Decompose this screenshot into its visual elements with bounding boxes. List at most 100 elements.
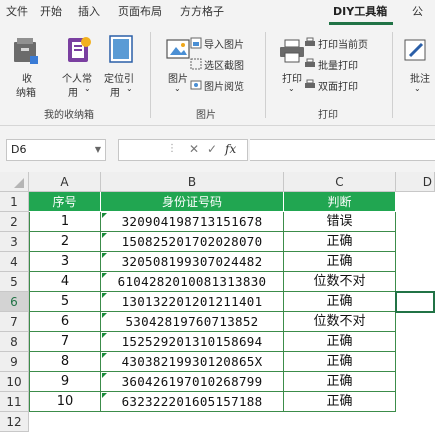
seq-cell[interactable]: 1 <box>29 212 101 232</box>
formula-buttons: ⋮ ✕ ✓ fx <box>118 139 248 161</box>
chevron-down-icon[interactable]: ⌄ <box>288 84 295 93</box>
menu-file[interactable]: 文件 <box>6 3 28 21</box>
seq-cell[interactable]: 8 <box>29 352 101 372</box>
row-header[interactable]: 10 <box>0 372 29 392</box>
judge-cell[interactable]: 正确 <box>284 252 396 272</box>
personal-common-icon[interactable] <box>64 34 94 67</box>
id-number-cell[interactable]: 43038219930120865X <box>101 352 284 372</box>
column-header-b[interactable]: B <box>101 172 284 192</box>
collect-box-label1: 收 <box>22 74 32 85</box>
seq-cell[interactable]: 10 <box>29 392 101 412</box>
menu-home[interactable]: 开始 <box>40 3 62 21</box>
collect-box-label2: 纳箱 <box>16 88 36 99</box>
row-header[interactable]: 2 <box>0 212 29 232</box>
menu-insert[interactable]: 插入 <box>78 3 100 21</box>
seq-cell[interactable]: 5 <box>29 292 101 312</box>
menu-more[interactable]: 公 <box>412 3 423 21</box>
id-number-cell[interactable]: 320904198713151678 <box>101 212 284 232</box>
custom-locate-label2: 用 <box>110 88 120 99</box>
printer-icon[interactable] <box>278 38 306 67</box>
row-header[interactable]: 5 <box>0 272 29 292</box>
name-box[interactable]: D6 ▼ <box>6 139 106 161</box>
annotate-label: 批注 <box>410 74 430 85</box>
text-number-warning-icon <box>102 273 107 278</box>
row-header[interactable]: 12 <box>0 412 29 432</box>
row-header[interactable]: 9 <box>0 352 29 372</box>
row-header[interactable]: 11 <box>0 392 29 412</box>
fx-icon[interactable]: fx <box>225 142 236 156</box>
custom-locate-icon[interactable] <box>106 34 136 67</box>
id-number-cell[interactable]: 632322201605157188 <box>101 392 284 412</box>
id-number-cell[interactable]: 53042819760713852 <box>101 312 284 332</box>
header-cell[interactable]: 序号 <box>29 192 101 212</box>
judge-cell[interactable]: 正确 <box>284 372 396 392</box>
ribbon-divider <box>392 32 393 118</box>
import-image-button[interactable]: 导入图片 <box>204 36 244 51</box>
batch-print-icon <box>304 58 318 70</box>
confirm-icon[interactable]: ✓ <box>207 142 217 156</box>
chevron-down-icon[interactable]: ⌄ <box>126 84 133 93</box>
print-label: 打印 <box>282 74 302 85</box>
id-number-cell[interactable]: 152529201310158694 <box>101 332 284 352</box>
judge-cell[interactable]: 位数不对 <box>284 272 396 292</box>
menu-ffcell[interactable]: 方方格子 <box>180 3 224 21</box>
row-header[interactable]: 6 <box>0 292 29 312</box>
menu-diy-toolbox[interactable]: DIY工具箱 <box>333 3 387 21</box>
menu-page-layout[interactable]: 页面布局 <box>118 3 162 21</box>
select-all-corner[interactable] <box>0 172 29 192</box>
text-number-warning-icon <box>102 333 107 338</box>
batch-print-button[interactable]: 批量打印 <box>318 57 358 72</box>
judge-cell[interactable]: 正确 <box>284 292 396 312</box>
seq-cell[interactable]: 9 <box>29 372 101 392</box>
seq-cell[interactable]: 6 <box>29 312 101 332</box>
selected-cell-outline <box>395 291 435 313</box>
id-number-cell[interactable]: 6104282010081313830 <box>101 272 284 292</box>
seq-cell[interactable]: 4 <box>29 272 101 292</box>
seq-cell[interactable]: 7 <box>29 332 101 352</box>
cancel-icon[interactable]: ✕ <box>189 142 199 156</box>
row-header[interactable]: 7 <box>0 312 29 332</box>
judge-cell[interactable]: 正确 <box>284 332 396 352</box>
group-label-print: 打印 <box>318 110 338 121</box>
more-icon[interactable]: ⋮ <box>167 143 177 154</box>
name-box-value: D6 <box>11 143 27 156</box>
group-label-picture: 图片 <box>196 110 216 121</box>
id-number-cell[interactable]: 360426197010268799 <box>101 372 284 392</box>
chevron-down-icon[interactable]: ⌄ <box>414 84 421 93</box>
column-header-d[interactable]: D <box>396 172 435 192</box>
column-header-a[interactable]: A <box>29 172 101 192</box>
spreadsheet-grid: A B C D 1 序号 身份证号码 判断 2 1 320904198713151678 错误… <box>0 172 435 448</box>
header-cell[interactable]: 判断 <box>284 192 396 212</box>
formula-input[interactable] <box>250 139 435 161</box>
text-number-warning-icon <box>102 393 107 398</box>
row-header[interactable]: 8 <box>0 332 29 352</box>
personal-common-label1: 个人常 <box>62 74 92 85</box>
header-cell[interactable]: 身份证号码 <box>101 192 284 212</box>
custom-locate-label1: 定位引 <box>104 74 134 85</box>
column-header-c[interactable]: C <box>284 172 396 192</box>
id-number-cell[interactable]: 130132201201211401 <box>101 292 284 312</box>
seq-cell[interactable]: 2 <box>29 232 101 252</box>
chevron-down-icon[interactable]: ▼ <box>95 140 101 160</box>
print-current-page-button[interactable]: 打印当前页 <box>318 36 368 51</box>
chevron-down-icon[interactable]: ⌄ <box>174 84 181 93</box>
row-header[interactable]: 3 <box>0 232 29 252</box>
id-number-cell[interactable]: 320508199307024482 <box>101 252 284 272</box>
judge-cell[interactable]: 正确 <box>284 392 396 412</box>
judge-cell[interactable]: 错误 <box>284 212 396 232</box>
browse-image-button[interactable]: 图片阅览 <box>204 78 244 93</box>
select-screenshot-button[interactable]: 选区截图 <box>204 57 244 72</box>
row-header[interactable]: 4 <box>0 252 29 272</box>
chevron-down-icon[interactable]: ⌄ <box>84 84 91 93</box>
text-number-warning-icon <box>102 253 107 258</box>
storage-box-icon[interactable] <box>12 36 40 69</box>
judge-cell[interactable]: 位数不对 <box>284 312 396 332</box>
picture-icon[interactable] <box>164 36 192 67</box>
seq-cell[interactable]: 3 <box>29 252 101 272</box>
duplex-print-button[interactable]: 双面打印 <box>318 78 358 93</box>
id-number-cell[interactable]: 150825201702028070 <box>101 232 284 252</box>
row-header[interactable]: 1 <box>0 192 29 212</box>
annotate-icon[interactable] <box>402 36 430 67</box>
judge-cell[interactable]: 正确 <box>284 352 396 372</box>
judge-cell[interactable]: 正确 <box>284 232 396 252</box>
